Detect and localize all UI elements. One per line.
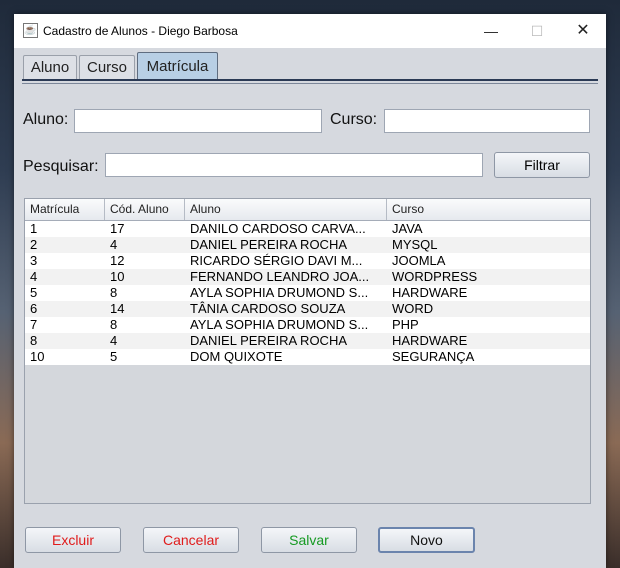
cell-cod-aluno: 8 — [110, 285, 118, 300]
cell-cod-aluno: 14 — [110, 301, 125, 316]
cell-matricula: 4 — [30, 269, 38, 284]
curso-input[interactable] — [384, 109, 590, 133]
title-bar: ☕ Cadastro de Alunos - Diego Barbosa — ☐… — [14, 14, 606, 48]
excluir-button[interactable]: Excluir — [25, 527, 121, 553]
maximize-button[interactable]: ☐ — [514, 14, 560, 48]
cell-aluno: FERNANDO LEANDRO JOA... — [190, 269, 370, 284]
cell-aluno: DOM QUIXOTE — [190, 349, 283, 364]
cancelar-button[interactable]: Cancelar — [143, 527, 239, 553]
cell-curso: MYSQL — [392, 237, 438, 252]
table-row[interactable]: 1 17 DANILO CARDOSO CARVA... JAVA — [25, 221, 590, 237]
cell-aluno: DANIEL PEREIRA ROCHA — [190, 237, 348, 252]
cell-curso: JAVA — [392, 221, 423, 236]
table-row[interactable]: 6 14 TÂNIA CARDOSO SOUZA WORD — [25, 301, 590, 317]
table-row[interactable]: 5 8 AYLA SOPHIA DRUMOND S... HARDWARE — [25, 285, 590, 301]
table-row[interactable]: 3 12 RICARDO SÉRGIO DAVI M... JOOMLA — [25, 253, 590, 269]
table-row[interactable]: 10 5 DOM QUIXOTE SEGURANÇA — [25, 349, 590, 365]
aluno-input[interactable] — [74, 109, 322, 133]
cell-cod-aluno: 17 — [110, 221, 125, 236]
cell-aluno: DANILO CARDOSO CARVA... — [190, 221, 366, 236]
cell-matricula: 3 — [30, 253, 38, 268]
cell-cod-aluno: 8 — [110, 317, 118, 332]
tab-matricula[interactable]: Matrícula — [137, 52, 218, 80]
cell-aluno: AYLA SOPHIA DRUMOND S... — [190, 317, 369, 332]
table-header: Matrícula Cód. Aluno Aluno Curso — [25, 199, 590, 221]
table-row[interactable]: 2 4 DANIEL PEREIRA ROCHA MYSQL — [25, 237, 590, 253]
cell-matricula: 10 — [30, 349, 45, 364]
cell-aluno: AYLA SOPHIA DRUMOND S... — [190, 285, 369, 300]
content-pane: Aluno Curso Matrícula Aluno: Curso: Pesq… — [14, 48, 606, 568]
cell-curso: HARDWARE — [392, 333, 468, 348]
cell-curso: WORDPRESS — [392, 269, 478, 284]
cell-curso: SEGURANÇA — [392, 349, 475, 364]
cell-cod-aluno: 12 — [110, 253, 125, 268]
minimize-button[interactable]: — — [468, 14, 514, 48]
cell-aluno: TÂNIA CARDOSO SOUZA — [190, 301, 346, 316]
window-title: Cadastro de Alunos - Diego Barbosa — [43, 24, 238, 38]
tab-curso[interactable]: Curso — [79, 55, 135, 79]
novo-button[interactable]: Novo — [378, 527, 475, 553]
cell-matricula: 8 — [30, 333, 38, 348]
table-row[interactable]: 7 8 AYLA SOPHIA DRUMOND S... PHP — [25, 317, 590, 333]
close-button[interactable]: ✕ — [560, 14, 606, 48]
salvar-button[interactable]: Salvar — [261, 527, 357, 553]
aluno-label: Aluno: — [23, 111, 69, 128]
column-header-curso[interactable]: Curso — [387, 199, 590, 220]
cell-curso: JOOMLA — [392, 253, 446, 268]
java-app-icon: ☕ — [23, 23, 38, 38]
search-input[interactable] — [105, 153, 483, 177]
cell-cod-aluno: 4 — [110, 333, 118, 348]
column-header-matricula[interactable]: Matrícula — [25, 199, 105, 220]
cell-curso: HARDWARE — [392, 285, 468, 300]
pesquisar-label: Pesquisar: — [23, 158, 99, 175]
column-header-aluno[interactable]: Aluno — [185, 199, 387, 220]
table-row[interactable]: 4 10 FERNANDO LEANDRO JOA... WORDPRESS — [25, 269, 590, 285]
cell-aluno: DANIEL PEREIRA ROCHA — [190, 333, 348, 348]
cell-cod-aluno: 5 — [110, 349, 118, 364]
cell-matricula: 5 — [30, 285, 38, 300]
cell-matricula: 2 — [30, 237, 38, 252]
enrollment-table[interactable]: Matrícula Cód. Aluno Aluno Curso 1 17 DA… — [24, 198, 591, 504]
cell-matricula: 6 — [30, 301, 38, 316]
curso-label: Curso: — [330, 111, 378, 128]
tab-underline-shadow — [22, 83, 598, 84]
cell-cod-aluno: 4 — [110, 237, 118, 252]
cell-matricula: 7 — [30, 317, 38, 332]
filter-button[interactable]: Filtrar — [494, 152, 590, 178]
main-window: ☕ Cadastro de Alunos - Diego Barbosa — ☐… — [14, 14, 606, 568]
tab-underline — [22, 79, 598, 81]
cell-curso: WORD — [392, 301, 434, 316]
cell-aluno: RICARDO SÉRGIO DAVI M... — [190, 253, 363, 268]
cell-curso: PHP — [392, 317, 419, 332]
table-row[interactable]: 8 4 DANIEL PEREIRA ROCHA HARDWARE — [25, 333, 590, 349]
column-header-cod-aluno[interactable]: Cód. Aluno — [105, 199, 185, 220]
cell-matricula: 1 — [30, 221, 38, 236]
tab-aluno[interactable]: Aluno — [23, 55, 77, 79]
cell-cod-aluno: 10 — [110, 269, 125, 284]
